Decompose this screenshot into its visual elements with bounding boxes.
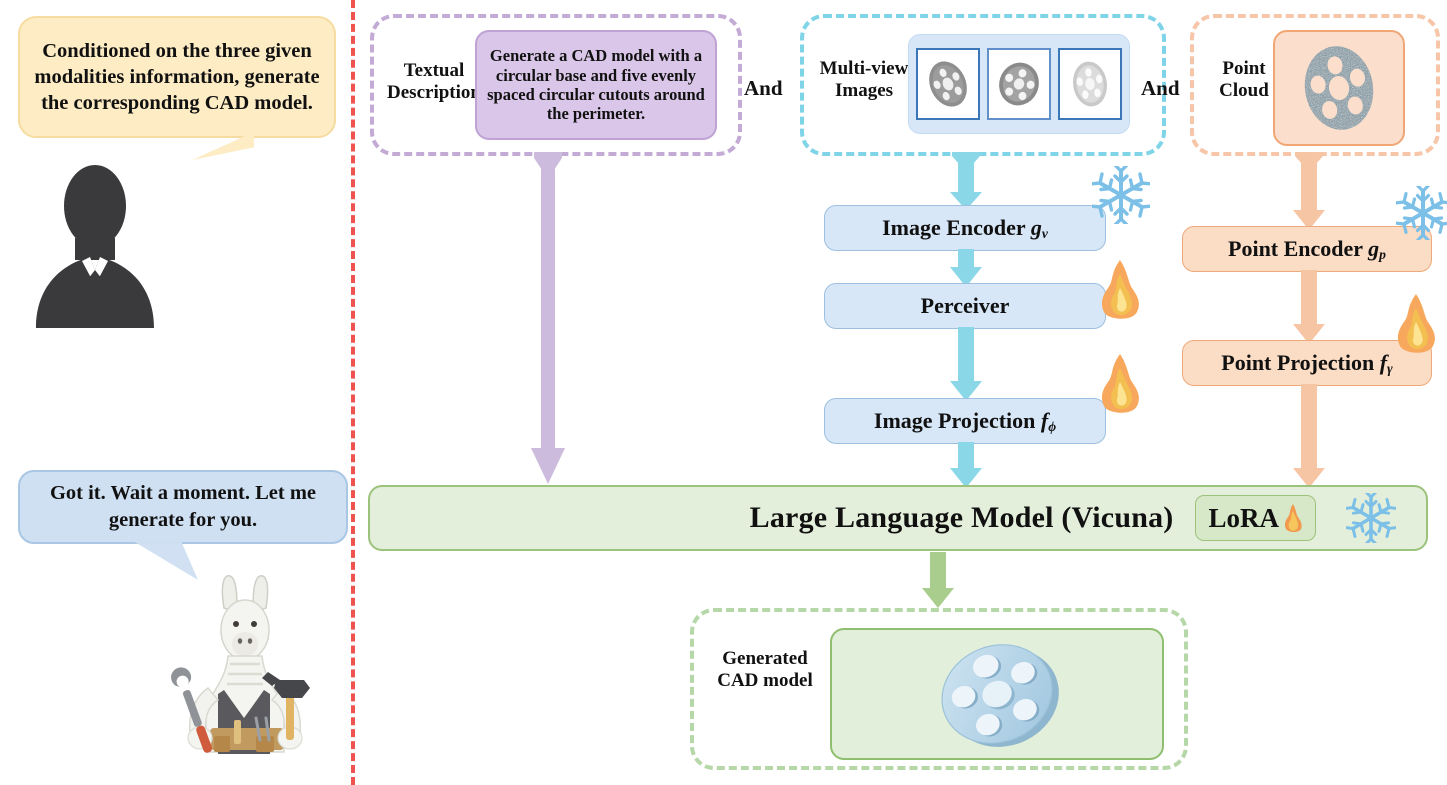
image-label-line2: Images	[834, 80, 894, 102]
point-encoder-symbol-sub: p	[1379, 246, 1386, 262]
encoder-to-perceiver-arrow	[950, 249, 982, 287]
output-label-line1: Generated	[722, 648, 808, 669]
image-encoder-symbol-sub: v	[1041, 225, 1048, 241]
pc-label-line2: Cloud	[1219, 80, 1269, 102]
perceiver-label: Perceiver	[920, 293, 1010, 318]
lora-chip: LoRA	[1195, 495, 1316, 541]
image-encoder-box: Image Encoder gv	[824, 205, 1106, 251]
llama-with-tools-icon	[148, 568, 338, 768]
assistant-speech-bubble: Got it. Wait a moment. Let me generate f…	[18, 470, 348, 544]
fire-icon	[1101, 354, 1139, 413]
point-projection-label: Point Projection	[1221, 349, 1375, 375]
image-label-line1: Multi-view	[819, 58, 909, 79]
person-silhouette-icon	[28, 158, 208, 328]
image-projection-symbol-sub: ϕ	[1048, 418, 1057, 434]
multiview-images-label: Multi-view Images	[812, 58, 916, 103]
thumbnail-view-2	[987, 48, 1051, 120]
point-projection-symbol: f	[1379, 349, 1388, 375]
fire-icon	[1397, 294, 1435, 353]
llm-to-output-arrow	[922, 552, 954, 608]
point-cloud-render	[1275, 32, 1403, 144]
thumbnail-view-3	[1058, 48, 1122, 120]
generated-cad-label: Generated CAD model	[700, 648, 830, 693]
point-encoder-symbol: g	[1368, 235, 1380, 261]
image-projection-box: Image Projection fϕ	[824, 398, 1106, 444]
text-prompt-card: Generate a CAD model with a circular bas…	[475, 30, 717, 140]
fire-icon	[1101, 260, 1139, 319]
generated-cad-card	[830, 628, 1164, 760]
snowflake-icon	[1396, 186, 1447, 240]
image-encoder-symbol: g	[1030, 214, 1042, 240]
text-to-llm-arrow	[531, 152, 565, 484]
multiview-thumbnail-strip	[908, 34, 1130, 134]
snowflake-icon	[1092, 166, 1150, 224]
textual-description-label: Textual Description	[382, 60, 486, 105]
image-encoder-label: Image Encoder	[882, 214, 1026, 240]
image-projection-to-llm-arrow	[950, 442, 982, 488]
point-encoder-to-projection-arrow	[1293, 270, 1325, 344]
point-projection-symbol-sub: γ	[1387, 360, 1393, 376]
text-label-line1: Textual	[403, 60, 465, 81]
output-label-line2: CAD model	[717, 670, 813, 692]
point-encoder-box: Point Encoder gp	[1182, 226, 1432, 272]
text-label-line2: Description	[387, 82, 481, 104]
pointcloud-to-encoder-arrow	[1293, 152, 1325, 230]
fire-icon	[1284, 504, 1302, 532]
generated-cad-render	[941, 644, 1059, 747]
point-cloud-card	[1273, 30, 1405, 146]
thumbnail-view-1	[916, 48, 980, 120]
perceiver-box: Perceiver	[824, 283, 1106, 329]
lora-label: LoRA	[1208, 502, 1279, 533]
panel-divider	[351, 0, 355, 785]
point-projection-to-llm-arrow	[1293, 384, 1325, 488]
pc-label-line1: Point	[1222, 58, 1266, 79]
llm-title: Large Language Model (Vicuna)	[749, 501, 1174, 534]
user-speech-bubble: Conditioned on the three given modalitie…	[18, 16, 336, 138]
perceiver-to-projection-arrow	[950, 327, 982, 401]
images-to-encoder-arrow	[950, 152, 982, 210]
and-connector-1: And	[744, 76, 783, 100]
point-encoder-label: Point Encoder	[1228, 235, 1363, 261]
llm-bar: Large Language Model (Vicuna) LoRA	[368, 485, 1428, 551]
snowflake-icon	[1346, 493, 1396, 543]
image-projection-label: Image Projection	[873, 407, 1036, 433]
and-connector-2: And	[1141, 76, 1180, 100]
